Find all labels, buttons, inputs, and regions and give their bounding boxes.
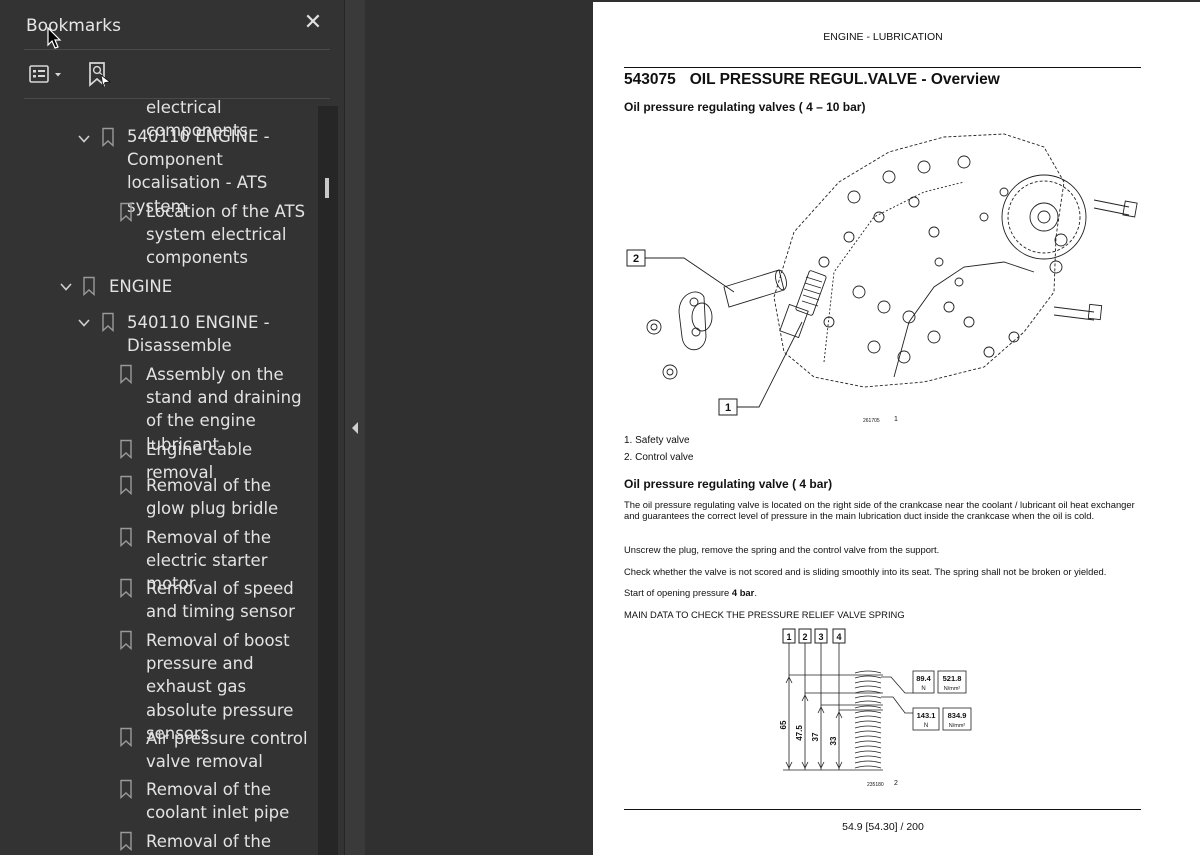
bookmark-icon [120,779,132,799]
bookmark-label: ENGINE [109,277,173,296]
bookmark-icon [83,276,95,296]
figure-code: 261705 [863,418,880,424]
bookmark-label: Removal of the coolant inlet pipe [146,780,290,823]
bookmark-icon [120,527,132,547]
load-stiffness-unit-2: N/mm² [949,723,966,729]
bookmark-item[interactable]: Removal of speed and timing sensor [146,577,318,623]
column-label-1: 1 [786,632,791,642]
paragraph: Check whether the valve is not scored an… [624,566,1107,577]
list-options-icon [29,65,61,83]
figure-number: 2 [894,780,898,787]
column-label-2: 2 [802,632,807,642]
bookmark-icon [120,578,132,598]
engine-valve-figure: 2 1 [626,133,1138,416]
bookmarks-panel: Bookmarks ✕ electrical components 540110… [0,0,345,855]
load-stiffness-2: 834.9 [948,711,967,720]
bookmark-item[interactable]: Removal of the glow plug bridle [146,474,311,520]
load-force-unit-2: N [924,723,928,729]
bookmarks-toolbar [0,52,345,96]
spring-dimension-figure: 1 2 3 4 65 47.5 37 33 89.4 N 521.8 N/mm²… [779,628,972,771]
chevron-down-icon[interactable] [76,315,92,331]
bookmarks-scrollbar[interactable] [318,106,338,855]
bookmark-label: Removal of speed and timing sensor [146,579,295,622]
paragraph: The oil pressure regulating valve is loc… [624,499,1135,521]
caption-item: 1. Safety valve [624,435,690,446]
pdf-page: ENGINE - LUBRICATION 543075 OIL PRESSURE … [593,2,1200,855]
bookmark-label: Removal of the glow plug bridle [146,476,279,519]
section-number: 543075 [624,71,676,88]
bookmark-label: Removal of the [146,832,271,851]
dimension-47-5: 47.5 [795,725,804,741]
figure-number: 1 [894,416,898,423]
opening-pressure-suffix: . [754,587,757,598]
bookmark-icon [120,630,132,650]
bookmark-label: Air pressure control valve removal [146,729,308,772]
load-stiffness-1: 521.8 [943,674,962,683]
paragraph: Start of opening pressure 4 bar. [624,587,1144,599]
close-icon[interactable]: ✕ [300,10,326,36]
bookmark-icon [120,475,132,495]
callout-2: 2 [633,253,639,265]
subheading: Oil pressure regulating valves ( 4 – 10 … [624,100,866,114]
dimension-65: 65 [779,720,788,729]
section-title-text: OIL PRESSURE REGUL.VALVE - Overview [689,71,1000,88]
bookmark-icon [102,127,114,147]
load-stiffness-unit-1: N/mm² [944,686,961,692]
callout-1: 1 [725,402,731,414]
bookmark-find-icon [89,62,112,88]
subheading: Oil pressure regulating valve ( 4 bar) [624,477,833,491]
section-title: 543075 OIL PRESSURE REGUL.VALVE - Overvie… [624,71,1000,89]
bookmark-item[interactable]: Removal of the [146,830,311,853]
bookmark-label: Location of the ATS system electrical co… [146,202,306,268]
bookmarks-title: Bookmarks [26,16,121,36]
bookmark-icon [102,312,114,332]
toolbar-divider [24,98,330,99]
load-force-unit-1: N [921,686,925,692]
running-head: ENGINE - LUBRICATION [823,31,943,43]
opening-pressure-value: 4 bar [731,587,755,598]
column-label-4: 4 [836,632,841,642]
scrollbar-thumb[interactable] [325,178,329,198]
opening-pressure-label: Start of opening pressure [624,587,732,598]
column-label-3: 3 [818,632,823,642]
bookmark-item[interactable]: ENGINE [109,275,309,298]
chevron-down-icon[interactable] [76,131,92,147]
find-bookmark-button[interactable] [84,59,114,89]
chevron-down-icon[interactable] [58,279,74,295]
bookmark-icon [120,831,132,851]
caption-item: 2. Control valve [624,452,694,463]
footer-rule [624,809,1141,810]
bookmark-icon [120,727,132,747]
collapse-left-icon[interactable] [350,420,360,436]
dimension-37: 37 [811,732,820,741]
bookmark-item[interactable]: Removal of the coolant inlet pipe [146,778,318,824]
header-divider [24,49,330,50]
main-data-heading: MAIN DATA TO CHECK THE PRESSURE RELIEF V… [624,609,905,620]
bookmark-icon [120,202,132,222]
options-menu-button[interactable] [24,59,70,89]
load-force-2: 143.1 [917,711,936,720]
load-force-1: 89.4 [916,674,931,683]
bookmark-tree: electrical components 540110 ENGINE - Co… [0,100,318,855]
header-rule [624,67,1141,68]
bookmark-item[interactable]: 540110 ENGINE - Disassemble [127,311,292,357]
bookmark-item[interactable]: Air pressure control valve removal [146,727,311,773]
paragraph: Unscrew the plug, remove the spring and … [624,544,940,555]
bookmark-item[interactable]: Location of the ATS system electrical co… [146,200,311,270]
figure-code: 235180 [867,782,884,788]
page-footer: 54.9 [54.30] / 200 [842,821,924,833]
bookmarks-header: Bookmarks ✕ [0,0,345,50]
dimension-33: 33 [829,736,838,745]
bookmark-label: 540110 ENGINE - Disassemble [127,313,270,356]
bookmark-icon [120,439,132,459]
bookmark-icon [120,364,132,384]
